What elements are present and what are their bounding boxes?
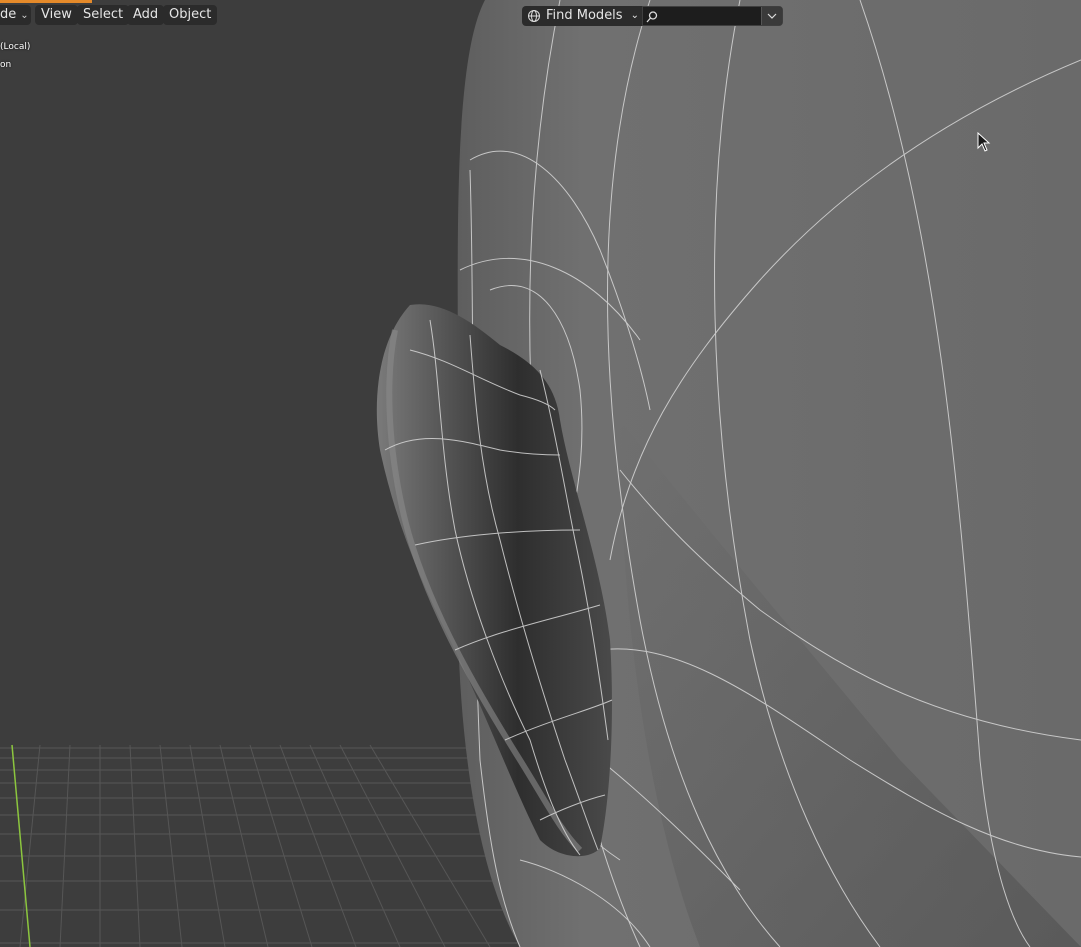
viewport-info-line1: (Local) — [0, 42, 31, 52]
search-icon — [645, 9, 659, 28]
active-editor-tab-accent — [0, 0, 92, 3]
floor-grid — [0, 744, 520, 947]
object-menu[interactable]: Object — [163, 5, 218, 25]
y-axis-line — [11, 744, 31, 947]
mode-dropdown[interactable]: de ⌄ — [0, 5, 31, 25]
3d-viewport[interactable]: de ⌄ View Select Add Object (Local) on Fi… — [0, 0, 1081, 947]
chevron-down-icon: ⌄ — [20, 10, 29, 21]
find-models-label: Find Models — [546, 8, 623, 23]
mode-label: de — [0, 7, 17, 22]
viewport-info-text: (Local) on — [0, 38, 30, 74]
add-menu[interactable]: Add — [127, 5, 165, 25]
asset-search-input[interactable] — [661, 8, 759, 24]
viewport-scene[interactable] — [0, 0, 1081, 947]
search-history-dropdown[interactable] — [761, 7, 782, 25]
mouse-cursor-icon — [977, 131, 991, 156]
chevron-down-icon — [767, 13, 777, 19]
asset-search-field[interactable] — [642, 6, 783, 26]
select-menu[interactable]: Select — [77, 5, 130, 25]
find-models-dropdown[interactable]: Find Models ⌄ — [522, 6, 642, 26]
viewport-info-line2: on — [0, 60, 12, 70]
globe-icon — [527, 9, 541, 30]
chevron-down-icon: ⌄ — [630, 10, 639, 21]
view-menu[interactable]: View — [35, 5, 78, 25]
